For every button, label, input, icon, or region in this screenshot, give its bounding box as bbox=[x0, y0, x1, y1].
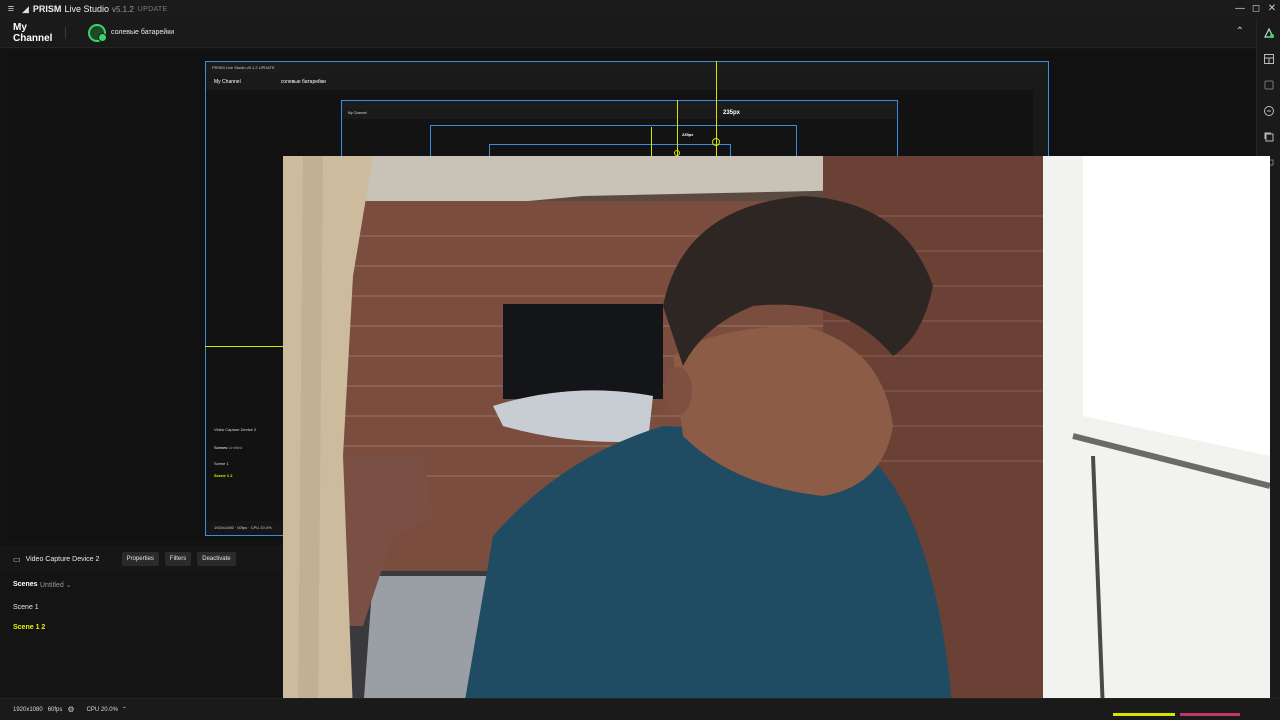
settings-gear-icon[interactable]: ⚙ bbox=[67, 705, 74, 714]
source-toolbar: ▭ Video Capture Device 2 Properties Filt… bbox=[0, 546, 283, 572]
nested-scene-1: Scene 1 bbox=[214, 461, 229, 466]
tool-button-3[interactable] bbox=[1257, 74, 1280, 96]
collapse-chevron-icon[interactable]: ⌃ bbox=[1236, 26, 1244, 37]
app-title: Live Studio bbox=[64, 4, 109, 14]
expand-chevron-icon[interactable]: ⌃ bbox=[122, 706, 127, 713]
measure-label: 235px bbox=[723, 110, 741, 116]
tool-button-2[interactable] bbox=[1257, 48, 1280, 70]
nested-scene-2: Scene 1 2 bbox=[214, 473, 233, 478]
layout-icon bbox=[1264, 54, 1274, 64]
maximize-button[interactable]: ◻ bbox=[1248, 0, 1264, 18]
effects-icon bbox=[1264, 27, 1274, 38]
status-bar: 1920x1080 60fps ⚙ CPU 20.0% ⌃ bbox=[0, 698, 1280, 720]
filters-button[interactable]: Filters bbox=[164, 552, 192, 566]
alignment-guide-vertical-3 bbox=[651, 127, 652, 156]
update-link[interactable]: UPDATE bbox=[138, 6, 168, 13]
scenes-heading: Scenes bbox=[13, 581, 38, 588]
copy-icon bbox=[1264, 132, 1274, 142]
source-name: Video Capture Device 2 bbox=[25, 555, 100, 563]
nested-channel-name: солевые батарейки bbox=[280, 78, 326, 85]
scenes-panel: Scenes Untitled ⌄ Scene 1 Scene 1 2 bbox=[0, 574, 283, 698]
my-channel-label[interactable]: My Channel bbox=[13, 22, 65, 44]
audio-level-meter bbox=[1113, 713, 1175, 716]
nested-titlebar: PRISM Live Studio v5.1.2 UPDATE bbox=[206, 62, 1048, 73]
channel-avatar[interactable] bbox=[88, 23, 107, 42]
scene-item[interactable]: Scene 1 bbox=[13, 604, 39, 611]
nested-level-2-titlebar bbox=[342, 101, 897, 108]
webcam-feed-image bbox=[283, 156, 1270, 712]
resolution-readout: 1920x1080 bbox=[13, 706, 43, 713]
camera-source-video[interactable] bbox=[283, 156, 1270, 712]
scene-item-active[interactable]: Scene 1 2 bbox=[13, 624, 45, 631]
measure-label-nested: 235px bbox=[682, 132, 694, 137]
nested-level-2-header: My Channel bbox=[342, 108, 897, 119]
alignment-guide-horizontal bbox=[205, 346, 283, 347]
nested-channel: My Channel bbox=[214, 78, 241, 85]
prism-logo: ◢ bbox=[22, 3, 29, 14]
nested-source-name: Video Capture Device 2 bbox=[214, 427, 257, 432]
channel-header: My Channel солевые батарейки ⌃ bbox=[0, 18, 1256, 48]
menu-icon[interactable]: ≡ bbox=[0, 3, 22, 15]
tool-button-4[interactable] bbox=[1257, 100, 1280, 122]
chat-icon bbox=[1264, 106, 1274, 116]
nested-scenes-heading: Scenes Untitled bbox=[214, 445, 243, 450]
audio-peak-meter bbox=[1180, 713, 1240, 716]
window-controls: — ◻ ✕ bbox=[1232, 0, 1280, 18]
fps-readout: 60fps bbox=[47, 706, 63, 713]
beauty-icon bbox=[1264, 80, 1274, 90]
close-button[interactable]: ✕ bbox=[1264, 0, 1280, 18]
channel-name[interactable]: солевые батарейки bbox=[111, 29, 174, 36]
scene-collection-dropdown[interactable]: Untitled ⌄ bbox=[40, 581, 72, 589]
cpu-readout: CPU 20.0% bbox=[86, 706, 118, 713]
camera-icon: ▭ bbox=[13, 554, 21, 564]
tool-button-5[interactable] bbox=[1257, 126, 1280, 148]
deactivate-button[interactable]: Deactivate bbox=[197, 552, 236, 566]
window-titlebar: ≡ ◢ PRISM Live Studio v5.1.2 UPDATE — ◻ … bbox=[0, 0, 1280, 18]
alignment-guide-vertical-2 bbox=[677, 100, 678, 156]
properties-button[interactable]: Properties bbox=[121, 552, 159, 566]
resize-handle[interactable] bbox=[712, 138, 720, 146]
tool-button-1[interactable] bbox=[1257, 22, 1280, 44]
app-version: v5.1.2 bbox=[111, 4, 134, 14]
minimize-button[interactable]: — bbox=[1232, 0, 1248, 18]
header-divider bbox=[65, 26, 66, 39]
app-name: PRISM bbox=[32, 4, 62, 14]
nested-header: My Channel солевые батарейки bbox=[206, 73, 1048, 90]
